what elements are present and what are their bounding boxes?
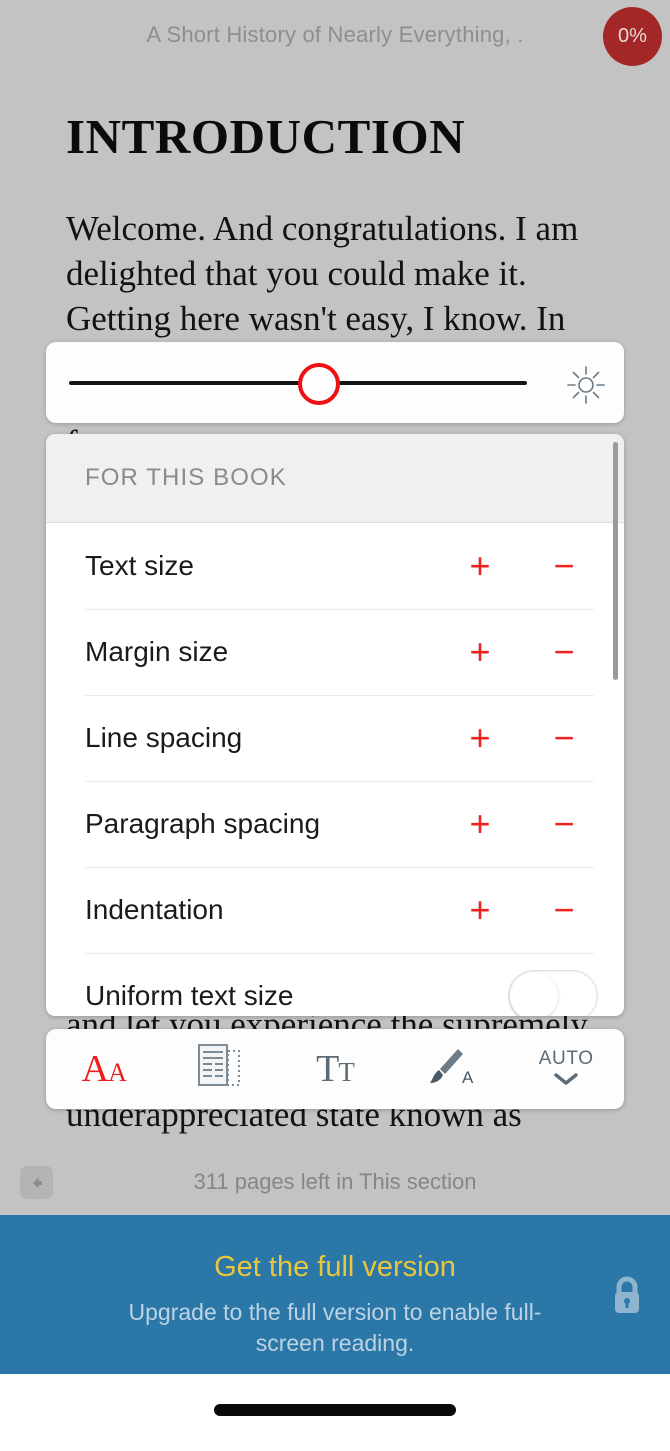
- auto-label: AUTO: [538, 1047, 594, 1069]
- settings-section-title: FOR THIS BOOK: [85, 464, 287, 491]
- brush-a-icon: A: [424, 1043, 478, 1096]
- home-indicator[interactable]: [214, 1404, 456, 1416]
- setting-label: Indentation: [85, 894, 224, 925]
- upgrade-title: Get the full version: [214, 1251, 456, 1283]
- uniform-text-size-toggle[interactable]: [508, 970, 598, 1016]
- decrease-button[interactable]: −: [534, 634, 594, 670]
- setting-row-margin-size[interactable]: Margin size + −: [46, 609, 624, 695]
- increase-button[interactable]: +: [450, 634, 510, 670]
- toggle-knob: [510, 972, 558, 1016]
- text-size-tool[interactable]: AA: [46, 1029, 162, 1109]
- setting-label: Margin size: [85, 636, 229, 667]
- setting-row-paragraph-spacing[interactable]: Paragraph spacing + −: [46, 781, 624, 867]
- tt-icon: TT: [316, 1048, 355, 1090]
- increase-button[interactable]: +: [450, 806, 510, 842]
- decrease-button[interactable]: −: [534, 720, 594, 756]
- setting-row-text-size[interactable]: Text size + −: [46, 523, 624, 609]
- home-area: [0, 1374, 670, 1451]
- auto-tool[interactable]: AUTO: [508, 1029, 624, 1109]
- settings-list: Text size + − Margin size + − Line spaci…: [46, 523, 624, 1016]
- setting-label: Line spacing: [85, 722, 243, 753]
- theme-tool[interactable]: A: [393, 1029, 509, 1109]
- upgrade-banner[interactable]: Get the full version Upgrade to the full…: [0, 1215, 670, 1374]
- svg-text:A: A: [462, 1068, 474, 1087]
- setting-label: Text size: [85, 550, 194, 581]
- brightness-sun-icon[interactable]: [565, 364, 607, 406]
- book-title: A Short History of Nearly Everything, .: [146, 22, 524, 47]
- lock-icon: [610, 1275, 644, 1317]
- setting-label: Uniform text size: [85, 980, 294, 1011]
- brightness-slider-thumb[interactable]: [298, 363, 340, 405]
- formatting-toolbar[interactable]: AA TT A AUTO: [46, 1029, 624, 1109]
- chapter-title: INTRODUCTION: [66, 109, 466, 164]
- decrease-button[interactable]: −: [534, 548, 594, 584]
- decrease-button[interactable]: −: [534, 806, 594, 842]
- settings-scrollbar[interactable]: [613, 442, 618, 680]
- page-layout-icon: [196, 1042, 242, 1097]
- chevron-down-icon: [552, 1072, 580, 1091]
- upgrade-subtitle: Upgrade to the full version to enable fu…: [128, 1299, 542, 1356]
- body-paragraph: Welcome. And congratulations. I am delig…: [66, 209, 579, 338]
- increase-button[interactable]: +: [450, 548, 510, 584]
- settings-panel[interactable]: FOR THIS BOOK Text size + − Margin size …: [46, 434, 624, 1016]
- font-tool[interactable]: TT: [277, 1029, 393, 1109]
- pages-left-label: 311 pages left in This section: [193, 1169, 477, 1194]
- setting-row-uniform-text-size[interactable]: Uniform text size: [46, 953, 624, 1016]
- settings-panel-header: FOR THIS BOOK: [46, 434, 624, 523]
- reader-settings-screen: A Short History of Nearly Everything, . …: [0, 0, 670, 1451]
- setting-row-line-spacing[interactable]: Line spacing + −: [46, 695, 624, 781]
- increase-button[interactable]: +: [450, 892, 510, 928]
- layout-tool[interactable]: [162, 1029, 278, 1109]
- setting-row-indentation[interactable]: Indentation + −: [46, 867, 624, 953]
- reading-progress-badge[interactable]: 0%: [603, 7, 662, 66]
- increase-button[interactable]: +: [450, 720, 510, 756]
- setting-label: Paragraph spacing: [85, 808, 321, 839]
- decrease-button[interactable]: −: [534, 892, 594, 928]
- brightness-card[interactable]: [46, 342, 624, 423]
- aa-icon: AA: [81, 1048, 127, 1090]
